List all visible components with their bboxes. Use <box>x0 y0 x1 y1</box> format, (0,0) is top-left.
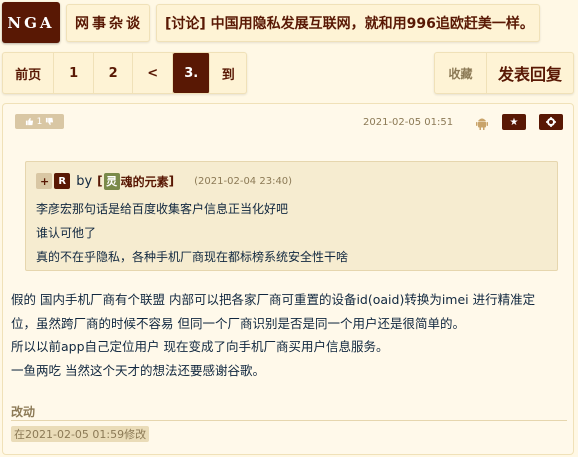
quote-header: + R by [ 灵 魂的元素 ] (2021-02-04 23:40) <box>36 172 292 190</box>
post-body-line: 假的 国内手机厂商有个联盟 内部可以把各家厂商可重置的设备id(oaid)转换为… <box>11 292 536 307</box>
bracket-close: ] <box>168 174 175 188</box>
page-prev-button[interactable]: 前页 <box>3 53 55 93</box>
star-icon[interactable]: ★ <box>502 114 526 130</box>
like-count: 1 <box>36 116 43 127</box>
page-back-button[interactable]: < <box>133 53 173 93</box>
post-body-line: 位，虽然跨厂商的时候不容易 但同一个厂商识别是否是同一个用户还是很简单的。 <box>11 316 465 331</box>
avatar: 灵 <box>103 172 120 190</box>
quote-line: 李彦宏那句话是给百度收集客户信息正当化好吧 <box>36 202 289 216</box>
post-timestamp: 2021-02-05 01:51 <box>363 117 454 128</box>
breadcrumb-topic-title[interactable]: [讨论] 中国用隐私发展互联网，就和用996追欧赶美一样。 <box>156 4 540 42</box>
page-1-button[interactable]: 1 <box>54 53 94 93</box>
quote-timestamp: (2021-02-04 23:40) <box>194 175 293 187</box>
divider <box>11 420 567 421</box>
change-log-label: 改动 <box>11 405 36 419</box>
quote-by-label: by <box>76 173 93 189</box>
bracket-open: [ <box>97 174 103 188</box>
post-body-line: 所以以前app自己定位用户 现在变成了向手机厂商买用户信息服务。 <box>11 339 389 354</box>
quote-author-name: 魂的元素 <box>120 174 169 189</box>
thumbs-down-icon <box>46 117 54 126</box>
page-2-button[interactable]: 2 <box>94 53 134 93</box>
breadcrumb-forum[interactable]: 网事杂谈 <box>66 4 150 42</box>
site-logo[interactable]: NGA <box>2 2 60 43</box>
quote-author-link[interactable]: [ 灵 魂的元素 ] <box>97 172 175 190</box>
like-button[interactable]: 1 <box>15 114 64 129</box>
quote-line: 谁认可他了 <box>36 226 97 240</box>
post-body-line: 一鱼两吃 当然这个天才的想法还要感谢谷歌。 <box>11 363 265 378</box>
page-goto-button[interactable]: 到 <box>210 53 246 93</box>
post-reply-button[interactable]: 发表回复 <box>487 53 573 93</box>
topic-actions: 收藏 发表回复 <box>434 52 574 94</box>
plus-label: + <box>40 174 50 188</box>
edit-note: 在2021-02-05 01:59修改 <box>11 426 150 442</box>
quote-expand-button[interactable]: + <box>36 173 53 189</box>
page-current-button[interactable]: 3. <box>172 53 211 93</box>
thumbs-up-icon <box>25 117 33 126</box>
favorite-button[interactable]: 收藏 <box>435 53 487 93</box>
top-bar: NGA 网事杂谈 [讨论] 中国用隐私发展互联网，就和用996追欧赶美一样。 <box>0 0 578 46</box>
pagination: 前页 1 2 < 3. 到 <box>2 52 247 94</box>
gear-glyph-icon <box>546 117 556 127</box>
gear-icon[interactable] <box>539 114 563 130</box>
post-card: 1 2021-02-05 01:51 ★ + R by [灵 魂的元素] (… <box>2 103 574 455</box>
quote-line: 真的不在乎隐私，各种手机厂商现在都标榜系统安全性干啥 <box>36 250 349 264</box>
reply-badge[interactable]: R <box>54 173 71 189</box>
quoted-reply: + R by [ 灵 魂的元素 ] (2021-02-04 23:40) 李彦宏… <box>25 161 558 271</box>
android-icon <box>476 118 488 130</box>
